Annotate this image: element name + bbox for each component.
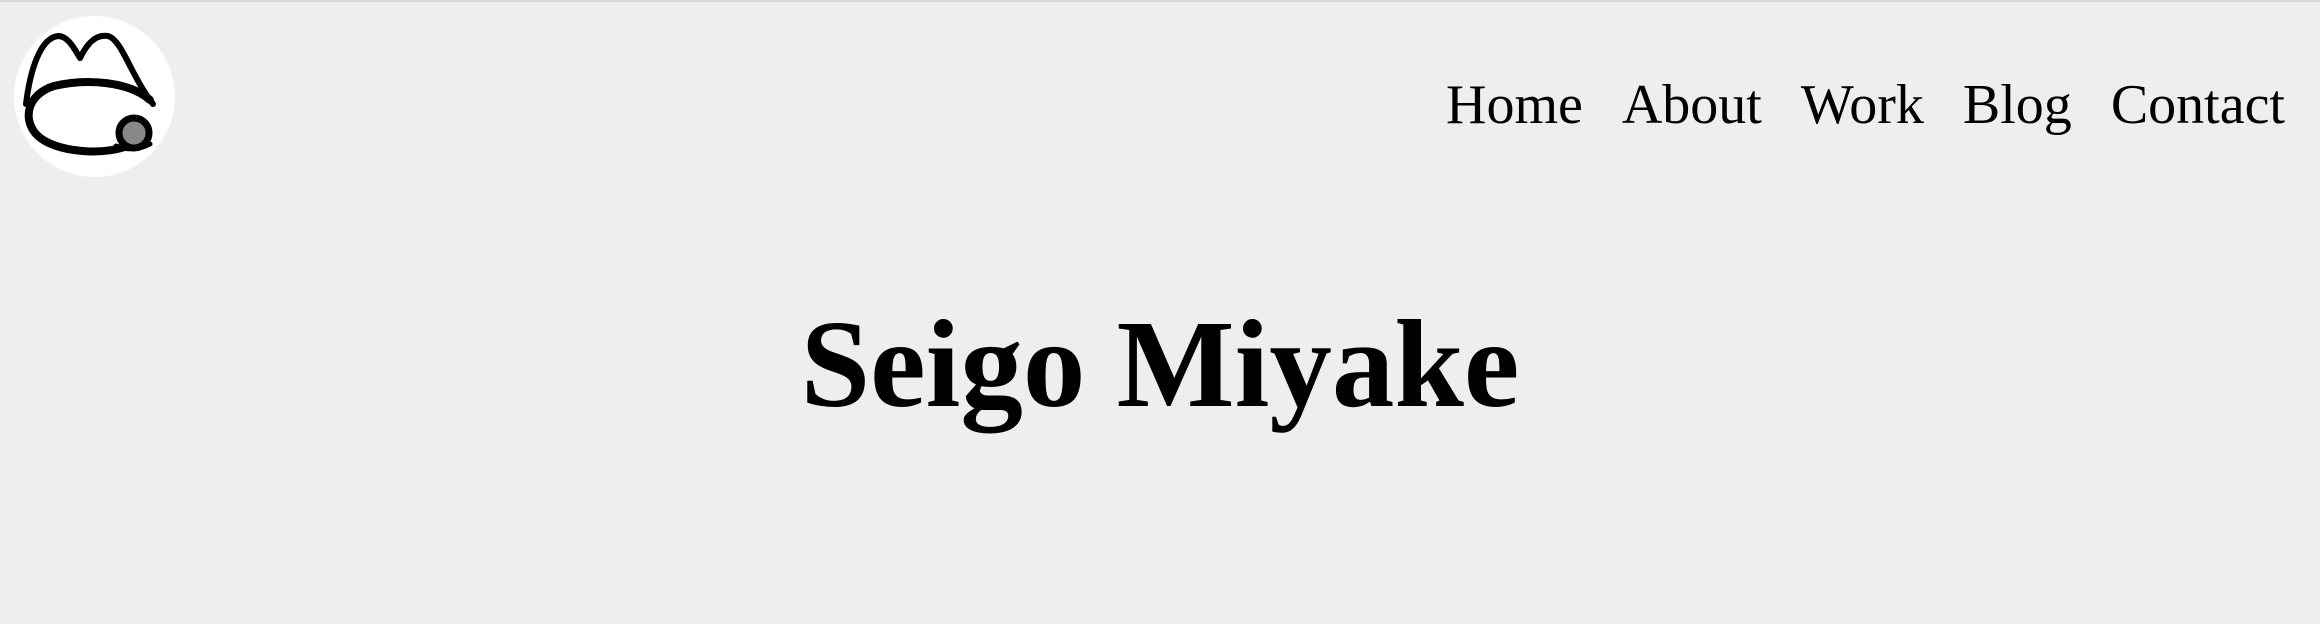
nav-link-blog[interactable]: Blog bbox=[1963, 70, 2072, 140]
cat-face-logo-icon bbox=[23, 32, 156, 156]
top-border bbox=[0, 0, 2320, 2]
site-logo[interactable] bbox=[14, 16, 175, 177]
nav-link-contact[interactable]: Contact bbox=[2111, 70, 2285, 140]
nav-link-about[interactable]: About bbox=[1622, 70, 1762, 140]
page-title: Seigo Miyake bbox=[800, 296, 1520, 434]
main-nav: Home About Work Blog Contact bbox=[1446, 70, 2285, 140]
nav-link-work[interactable]: Work bbox=[1801, 70, 1924, 140]
nav-link-home[interactable]: Home bbox=[1446, 70, 1583, 140]
